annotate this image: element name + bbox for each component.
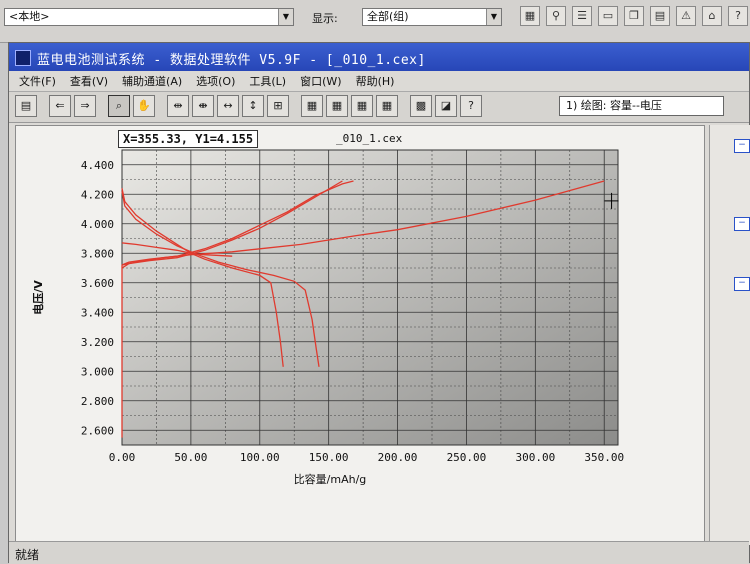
x-tick-label: 200.00 bbox=[378, 451, 418, 464]
chart-window[interactable]: 0.00 50.00 100.00 150.00 200.00 250.00 300.00 3… bbox=[15, 125, 705, 545]
chevron-down-icon[interactable]: ▼ bbox=[278, 9, 293, 25]
app-icon bbox=[15, 50, 31, 66]
collapse-icon[interactable]: − bbox=[734, 277, 750, 291]
chart-title: _010_1.cex bbox=[336, 132, 403, 145]
layout-2-icon[interactable]: ▦ bbox=[326, 95, 348, 117]
y-tick-label: 4.000 bbox=[81, 218, 114, 231]
location-value: <本地> bbox=[9, 10, 50, 23]
app-window: 蓝电电池测试系统 - 数据处理软件 V5.9F - [_010_1.cex] 文… bbox=[8, 42, 750, 564]
y-tick-label: 2.800 bbox=[81, 395, 114, 408]
status-text: 就绪 bbox=[15, 548, 40, 562]
x-tick-label: 100.00 bbox=[240, 451, 280, 464]
outer-icon-group: ▦ ⚲ ☰ ▭ ❐ ▤ ⚠ ⌂? bbox=[520, 6, 748, 26]
menu-item-6[interactable]: 帮助(H) bbox=[356, 73, 395, 89]
list-icon[interactable]: ☰ bbox=[572, 6, 592, 26]
layout-3-icon[interactable]: ▦ bbox=[351, 95, 373, 117]
back-arrow-icon[interactable]: ⇐ bbox=[49, 95, 71, 117]
toolbar-separator bbox=[158, 95, 164, 117]
y-tick-label: 3.000 bbox=[81, 365, 114, 378]
window-title: 蓝电电池测试系统 - 数据处理软件 V5.9F - [_010_1.cex] bbox=[37, 53, 426, 68]
warning-icon[interactable]: ⚠ bbox=[676, 6, 696, 26]
x-tick-label: 350.00 bbox=[584, 451, 624, 464]
location-dropdown[interactable]: <本地> ▼ bbox=[4, 8, 294, 26]
menu-item-4[interactable]: 工具(L) bbox=[249, 73, 286, 89]
right-dock-pane: − − − < bbox=[709, 125, 750, 561]
chevron-down-icon[interactable]: ▼ bbox=[486, 9, 501, 25]
curve-icon[interactable]: ◪ bbox=[435, 95, 457, 117]
main-toolbar: ▤ ⇐ ⇒ ⌕ ✋ ⇹ ⇼ ↔ ↕ ⊞ ▦ ▦ ▦ ▦ ▩ ◪? 1) 绘图: 容量--电压 bbox=[9, 92, 749, 123]
menu-item-1[interactable]: 查看(V) bbox=[70, 73, 108, 89]
status-bar: 就绪 bbox=[9, 541, 749, 564]
menu-item-3[interactable]: 选项(O) bbox=[196, 73, 235, 89]
toolbar-separator bbox=[99, 95, 105, 117]
y-tick-label: 2.600 bbox=[81, 424, 114, 437]
menu-bar: 文件(F) 查看(V) 辅助通道(A) 选项(O) 工具(L) 窗口(W) 帮助(H) bbox=[9, 71, 749, 92]
zoom-icon[interactable]: ⌕ bbox=[108, 95, 130, 117]
expand-x-icon[interactable]: ⇼ bbox=[192, 95, 214, 117]
help-icon[interactable]: ? bbox=[728, 6, 748, 26]
open-file-icon[interactable]: ▤ bbox=[15, 95, 37, 117]
x-tick-label: 250.00 bbox=[447, 451, 487, 464]
y-axis-label: 电压/V bbox=[31, 280, 45, 315]
menu-item-0[interactable]: 文件(F) bbox=[19, 73, 56, 89]
y-tick-label: 4.400 bbox=[81, 159, 114, 172]
menu-item-5[interactable]: 窗口(W) bbox=[300, 73, 341, 89]
fit-all-icon[interactable]: ⊞ bbox=[267, 95, 289, 117]
y-tick-label: 3.600 bbox=[81, 277, 114, 290]
title-bar[interactable]: 蓝电电池测试系统 - 数据处理软件 V5.9F - [_010_1.cex] bbox=[9, 43, 749, 71]
fit-height-icon[interactable]: ↕ bbox=[242, 95, 264, 117]
collapse-icon[interactable]: − bbox=[734, 217, 750, 231]
x-axis-label: 比容量/mAh/g bbox=[294, 472, 367, 486]
x-tick-label: 150.00 bbox=[309, 451, 349, 464]
grid-icon[interactable]: ▦ bbox=[520, 6, 540, 26]
toolbar-separator bbox=[292, 95, 298, 117]
y-tick-label: 4.200 bbox=[81, 188, 114, 201]
view-select[interactable]: 1) 绘图: 容量--电压 bbox=[559, 96, 724, 116]
filter-icon[interactable]: ⚲ bbox=[546, 6, 566, 26]
x-tick-label: 300.00 bbox=[515, 451, 555, 464]
collapse-icon[interactable]: − bbox=[734, 139, 750, 153]
display-filter-dropdown[interactable]: 全部(组) ▼ bbox=[362, 8, 502, 26]
display-filter-value: 全部(组) bbox=[367, 10, 409, 23]
x-tick-label: 50.00 bbox=[174, 451, 207, 464]
home-icon[interactable]: ⌂ bbox=[702, 6, 722, 26]
y-tick-label: 3.400 bbox=[81, 306, 114, 319]
calculator-icon[interactable]: ▩ bbox=[410, 95, 432, 117]
shrink-x-icon[interactable]: ⇹ bbox=[167, 95, 189, 117]
copy-icon[interactable]: ❐ bbox=[624, 6, 644, 26]
voltage-capacity-chart[interactable]: 0.00 50.00 100.00 150.00 200.00 250.00 300.00 3… bbox=[16, 126, 706, 546]
menu-item-2[interactable]: 辅助通道(A) bbox=[122, 73, 182, 89]
fit-width-icon[interactable]: ↔ bbox=[217, 95, 239, 117]
layout-1-icon[interactable]: ▦ bbox=[301, 95, 323, 117]
forward-arrow-icon[interactable]: ⇒ bbox=[74, 95, 96, 117]
x-tick-label: 0.00 bbox=[109, 451, 136, 464]
folder-icon[interactable]: ▭ bbox=[598, 6, 618, 26]
paste-icon[interactable]: ▤ bbox=[650, 6, 670, 26]
toolbar-separator bbox=[401, 95, 407, 117]
y-tick-label: 3.200 bbox=[81, 336, 114, 349]
pan-hand-icon[interactable]: ✋ bbox=[133, 95, 155, 117]
coordinate-readout: X=355.33, Y1=4.155 bbox=[118, 130, 259, 148]
y-tick-label: 3.800 bbox=[81, 247, 114, 260]
toolbar-separator bbox=[40, 95, 46, 117]
display-label: 显示: bbox=[312, 12, 338, 25]
layout-4-icon[interactable]: ▦ bbox=[376, 95, 398, 117]
outer-toolbar: <本地> ▼ 显示: 全部(组) ▼ ▦ ⚲ ☰ ▭ ❐ ▤ ⚠ ⌂? bbox=[0, 0, 750, 43]
help-icon[interactable]: ? bbox=[460, 95, 482, 117]
